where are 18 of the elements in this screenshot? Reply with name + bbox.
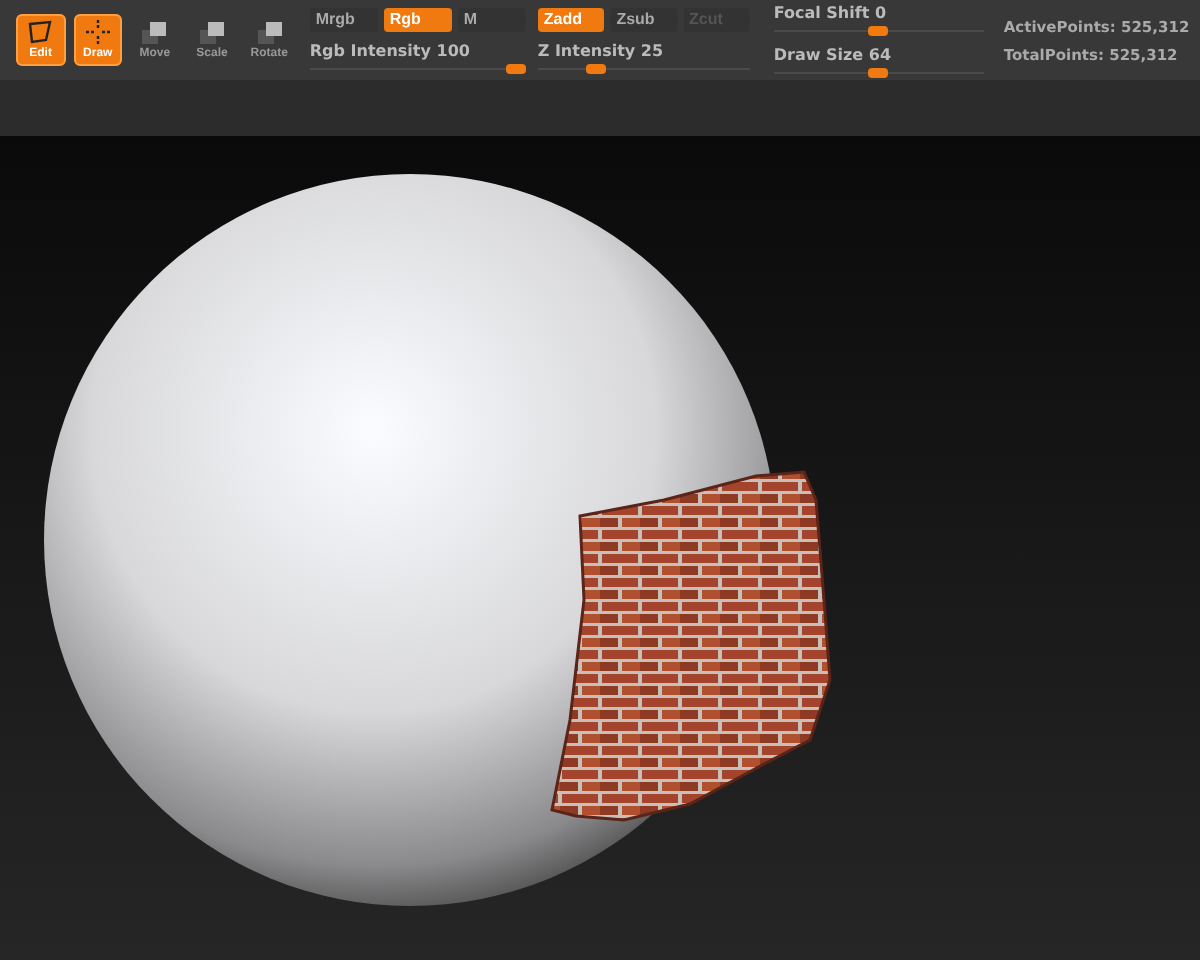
rgb-mode-button[interactable]: Rgb (383, 7, 452, 31)
move-key-icon (140, 20, 169, 46)
rgb-mode-button[interactable]: Mrgb (309, 7, 378, 31)
rotate-key-icon (255, 20, 284, 46)
z-mode-button[interactable]: Zadd (537, 7, 605, 31)
slider-thumb[interactable] (505, 63, 526, 73)
slider-thumb[interactable] (868, 25, 889, 35)
polygon-edit-icon (26, 20, 55, 44)
crosshair-icon (85, 20, 110, 44)
slider-thumb[interactable] (585, 63, 606, 73)
rgb-intensity-slider[interactable]: Rgb Intensity 100 (309, 41, 526, 73)
z-intensity-slider[interactable]: Z Intensity 25 (537, 41, 750, 73)
rgb-mode-button[interactable]: M (457, 7, 526, 31)
draw-size-slider[interactable]: Draw Size 64 (773, 45, 984, 77)
slider-thumb[interactable] (868, 67, 889, 77)
z-mode-button[interactable]: Zsub (610, 7, 678, 31)
focal-shift-slider[interactable]: Focal Shift 0 (773, 3, 984, 35)
scale-key-icon (198, 20, 227, 46)
